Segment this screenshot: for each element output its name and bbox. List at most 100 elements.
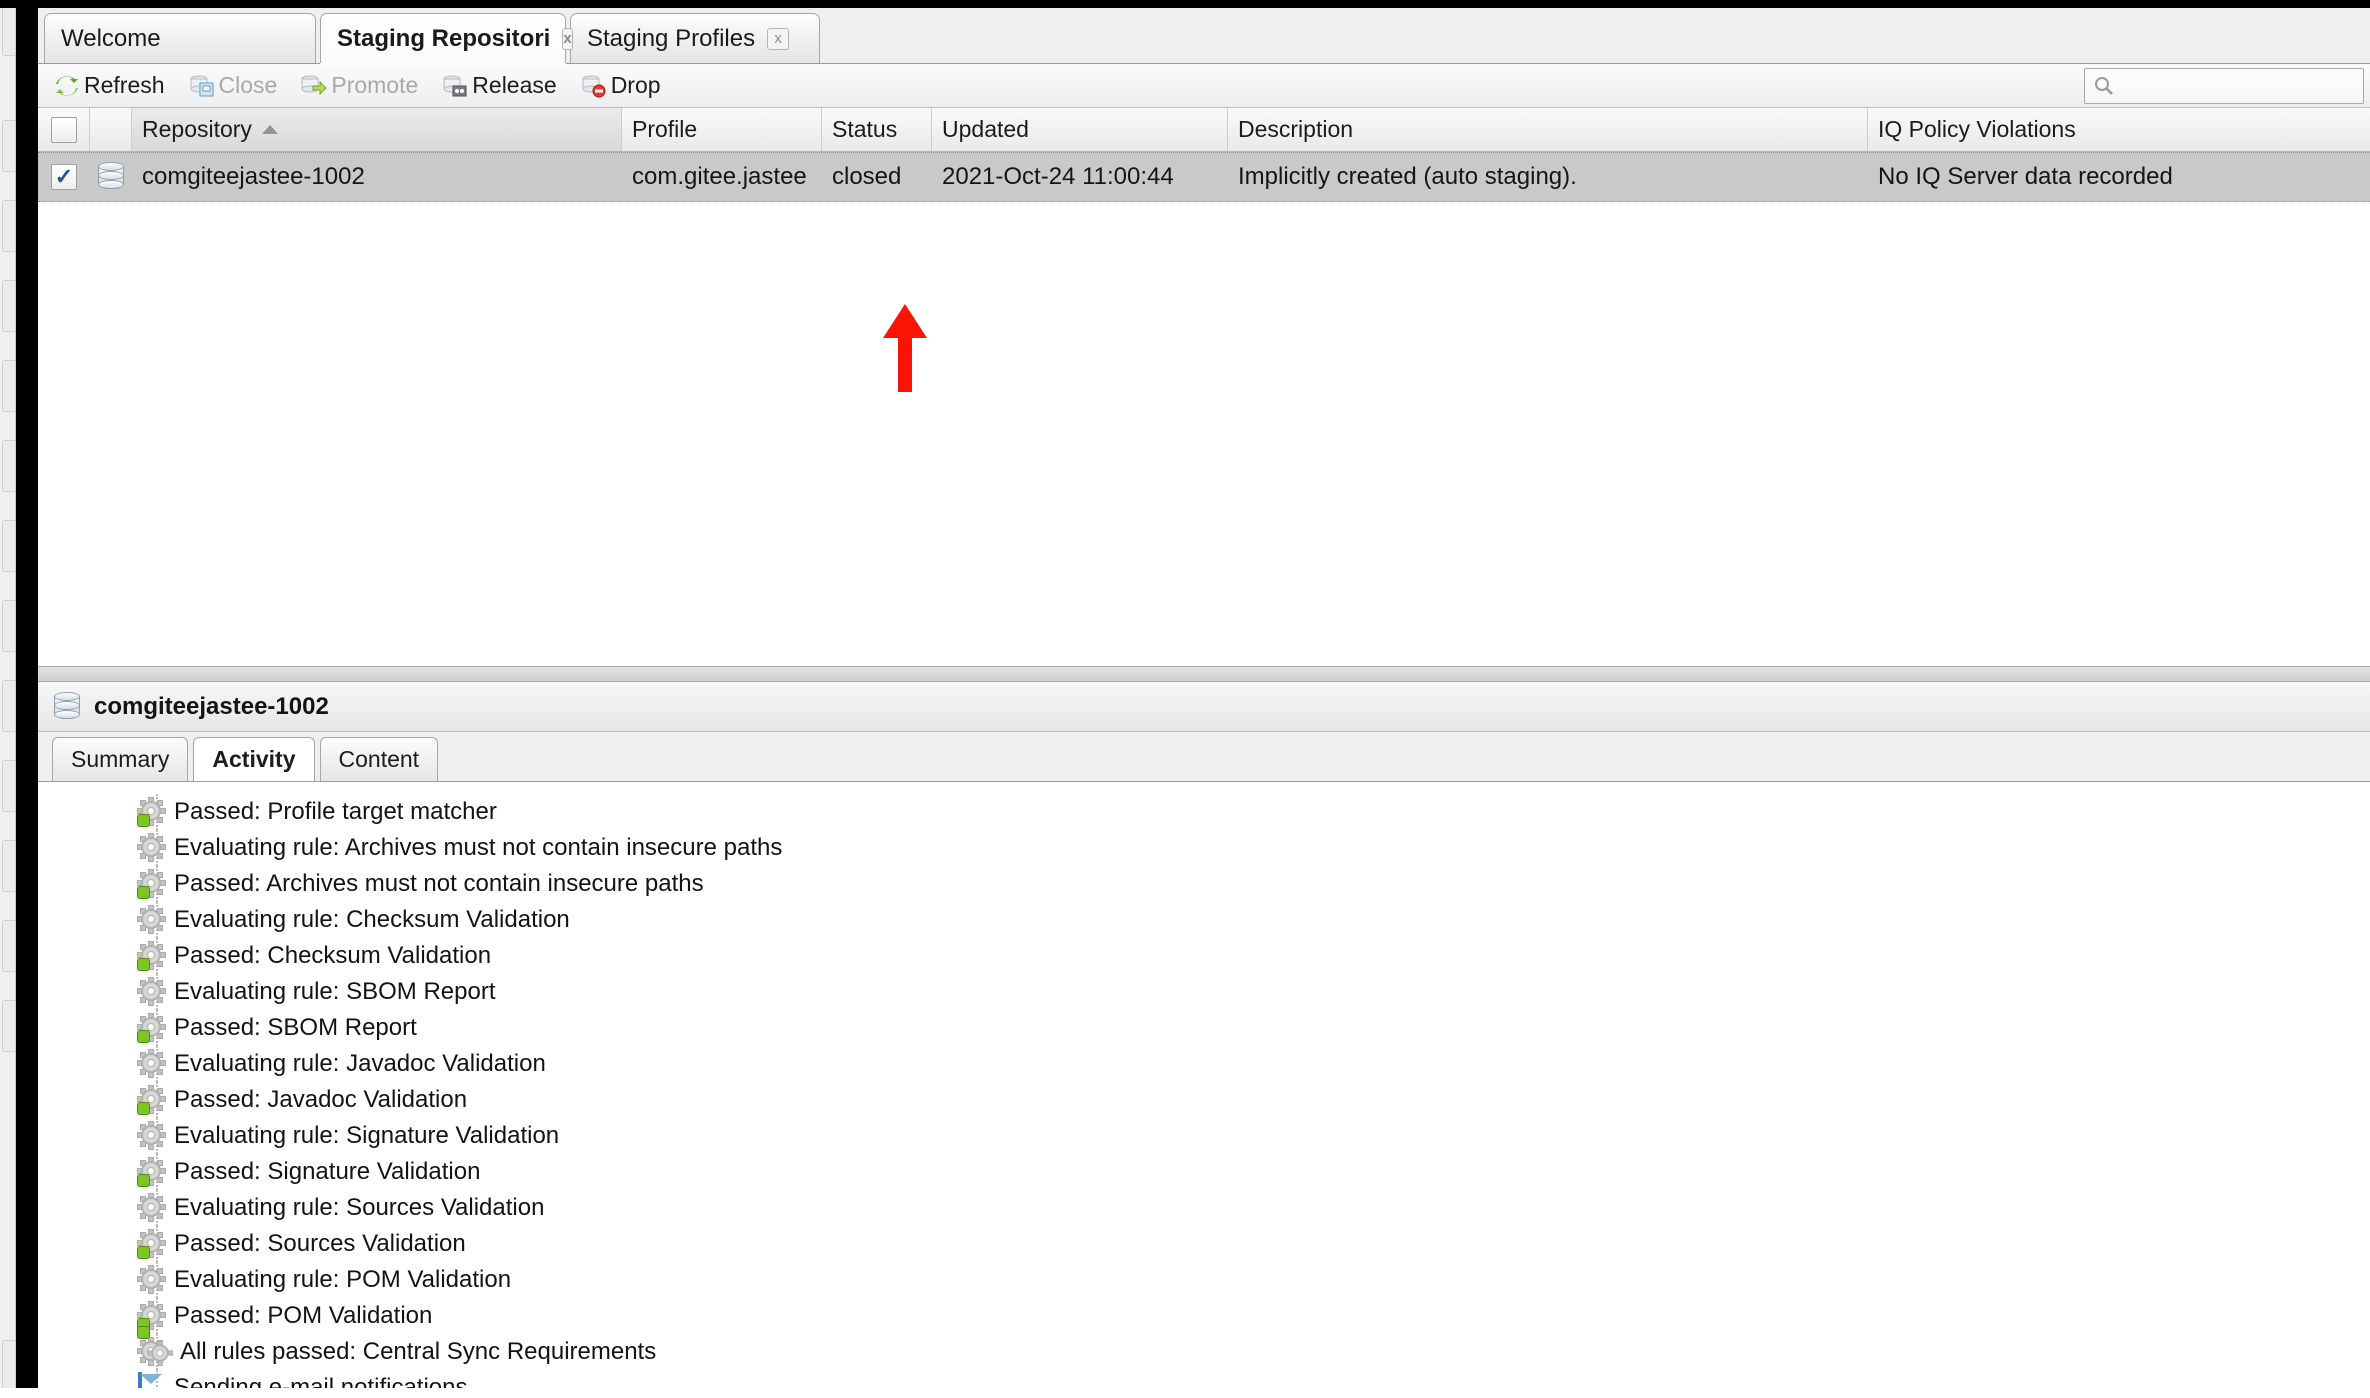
tab-activity[interactable]: Activity [193, 737, 315, 781]
release-label: Release [472, 72, 557, 98]
close-icon[interactable]: x [767, 27, 790, 50]
column-header-repository[interactable]: Repository [132, 108, 622, 151]
background-window-sliver [0, 0, 16, 1398]
column-header-iq-policy-violations[interactable]: IQ Policy Violations [1868, 108, 2370, 151]
application-window: Welcome Staging Repositori x Staging Pro… [0, 0, 2370, 1398]
column-header-profile[interactable]: Profile [622, 108, 822, 151]
refresh-button[interactable]: Refresh [50, 70, 169, 101]
cell-iq-policy-violations: No IQ Server data recorded [1878, 163, 2173, 190]
repository-detail-panel: comgiteejastee-1002 Summary Activity Con… [38, 682, 2370, 1398]
close-button[interactable]: Close [185, 70, 282, 101]
column-header-repository-label: Repository [142, 116, 252, 142]
drop-button[interactable]: Drop [577, 70, 665, 101]
search-box[interactable] [2084, 68, 2364, 104]
gear-icon [137, 905, 166, 934]
main-frame: Welcome Staging Repositori x Staging Pro… [38, 8, 2370, 1398]
gear-icon [137, 1121, 166, 1150]
activity-log-item-label: Evaluating rule: Archives must not conta… [174, 834, 783, 861]
icon-column-header [90, 108, 132, 151]
drop-icon [581, 73, 607, 99]
gear-icon [137, 1265, 166, 1294]
column-header-description-label: Description [1238, 116, 1354, 142]
activity-log-item-label: Evaluating rule: Sources Validation [174, 1194, 545, 1221]
close-label: Close [218, 72, 278, 98]
gear-passed-icon [137, 797, 166, 827]
activity-log-item-label: Passed: Javadoc Validation [174, 1086, 468, 1113]
gear-passed-icon [137, 869, 166, 899]
table-header-row: Repository Profile Status Updated Descri… [38, 108, 2370, 152]
refresh-icon [54, 73, 80, 99]
annotation-arrow-icon [883, 304, 927, 394]
cell-profile: com.gitee.jastee [632, 163, 807, 190]
activity-log-item: Evaluating rule: POM Validation [38, 1262, 2370, 1298]
gear-passed-icon [137, 1013, 166, 1043]
activity-log-item: Passed: Signature Validation [38, 1154, 2370, 1190]
close-icon[interactable]: x [562, 27, 573, 50]
activity-log-item-label: All rules passed: Central Sync Requireme… [180, 1338, 657, 1365]
promote-button[interactable]: Promote [297, 70, 422, 101]
activity-log-item: Evaluating rule: Checksum Validation [38, 902, 2370, 938]
staging-repositories-table: Repository Profile Status Updated Descri… [38, 108, 2370, 666]
column-header-iq-label: IQ Policy Violations [1878, 116, 2076, 142]
table-row[interactable]: comgiteejastee-1002 com.gitee.jastee clo… [38, 152, 2370, 202]
select-all-checkbox[interactable] [50, 116, 77, 143]
tab-summary[interactable]: Summary [52, 737, 189, 781]
panel-splitter[interactable] [38, 666, 2370, 682]
activity-log-item-label: Passed: Archives must not contain insecu… [174, 870, 704, 897]
gear-passed-icon [137, 1157, 166, 1187]
activity-log-item: Passed: POM Validation [38, 1298, 2370, 1334]
repository-icon [52, 691, 82, 723]
tab-content-label: Content [338, 746, 420, 772]
column-header-updated[interactable]: Updated [932, 108, 1228, 151]
column-header-status-label: Status [832, 116, 898, 142]
gear-passed-icon [137, 941, 166, 971]
activity-log-item-label: Evaluating rule: SBOM Report [174, 978, 496, 1005]
gear-passed-icon [137, 1085, 166, 1115]
drop-label: Drop [610, 72, 661, 98]
activity-log-item-label: Passed: SBOM Report [174, 1014, 417, 1041]
select-all-header[interactable] [38, 108, 90, 151]
refresh-label: Refresh [84, 72, 165, 98]
tab-staging-repositories-label: Staging Repositori [337, 24, 551, 52]
row-select-cell[interactable] [38, 164, 90, 190]
activity-log-item-label: Evaluating rule: Checksum Validation [174, 906, 570, 933]
activity-log-item: Evaluating rule: Signature Validation [38, 1118, 2370, 1154]
tab-staging-profiles[interactable]: Staging Profiles x [570, 13, 820, 63]
detail-panel-title: comgiteejastee-1002 [94, 692, 329, 720]
activity-log-item-label: Passed: Sources Validation [174, 1230, 466, 1257]
tab-welcome[interactable]: Welcome [44, 13, 316, 63]
detail-tab-bar: Summary Activity Content [38, 732, 2370, 782]
activity-log-item-label: Passed: POM Validation [174, 1302, 433, 1329]
tab-bar: Welcome Staging Repositori x Staging Pro… [38, 8, 2370, 64]
activity-log-item: Passed: Profile target matcher [38, 794, 2370, 830]
gear-icon [137, 977, 166, 1006]
tab-welcome-label: Welcome [61, 24, 161, 52]
window-dark-edge [16, 0, 38, 1398]
column-header-profile-label: Profile [632, 116, 698, 142]
column-header-description[interactable]: Description [1228, 108, 1868, 151]
promote-label: Promote [331, 72, 419, 98]
gear-passed-icon [137, 1229, 166, 1259]
gear-icon [137, 833, 166, 862]
row-checkbox[interactable] [51, 164, 77, 190]
release-button[interactable]: Release [438, 70, 560, 101]
activity-log-item: Evaluating rule: Javadoc Validation [38, 1046, 2370, 1082]
activity-log-item-label: Evaluating rule: Signature Validation [174, 1122, 560, 1149]
search-icon [2095, 77, 2113, 95]
column-header-status[interactable]: Status [822, 108, 932, 151]
search-input[interactable] [2115, 74, 2345, 98]
activity-log-item-label: Passed: Signature Validation [174, 1158, 481, 1185]
release-icon [442, 73, 468, 99]
repository-icon [96, 161, 126, 193]
activity-log-item: All rules passed: Central Sync Requireme… [38, 1326, 2370, 1370]
tab-content[interactable]: Content [319, 737, 439, 781]
row-icon-cell [90, 161, 132, 193]
tab-summary-label: Summary [71, 746, 170, 772]
tab-staging-repositories[interactable]: Staging Repositori x [320, 13, 573, 63]
activity-log-item-label: Evaluating rule: POM Validation [174, 1266, 512, 1293]
activity-log-item-label: Evaluating rule: Javadoc Validation [174, 1050, 546, 1077]
tab-staging-profiles-label: Staging Profiles [587, 24, 756, 52]
activity-log-item: Passed: Checksum Validation [38, 938, 2370, 974]
window-bottom-edge [0, 1388, 2370, 1398]
gear-icon [137, 1049, 166, 1078]
